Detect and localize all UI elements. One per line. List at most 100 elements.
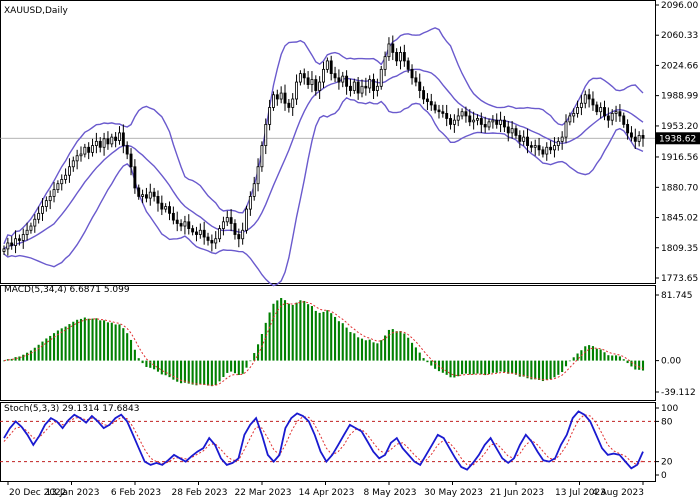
- macd-bar: [76, 319, 79, 361]
- candle-bull: [264, 124, 268, 146]
- candle-bull: [79, 153, 83, 157]
- macd-bar: [199, 360, 202, 385]
- candle-bull: [318, 81, 322, 91]
- candle-bear: [144, 194, 148, 199]
- candle-bull: [487, 121, 491, 128]
- candle-bull: [67, 166, 71, 176]
- stoch-main-line: [3, 410, 644, 471]
- candle-bear: [437, 109, 441, 113]
- candle-bull: [614, 111, 618, 114]
- candle-bear: [529, 145, 533, 148]
- candle-bull: [564, 121, 568, 138]
- candle-bull: [2, 248, 6, 252]
- candle-bear: [468, 115, 472, 123]
- trading-chart[interactable]: 2096.00 2060.33 2024.66 1988.99 1953.20 1916.…: [0, 0, 700, 500]
- macd-bar: [187, 360, 190, 384]
- candle-bear: [541, 149, 545, 155]
- macd-bar: [203, 360, 206, 385]
- candle-bear: [156, 196, 160, 204]
- macd-bar: [622, 359, 625, 361]
- macd-bar: [453, 360, 456, 378]
- candle-bear: [275, 94, 279, 100]
- macd-bar: [299, 300, 302, 361]
- macd-bar: [318, 312, 321, 361]
- macd-tick-label: -39.112: [661, 388, 696, 398]
- candle-bear: [114, 136, 118, 141]
- candle-bull: [576, 107, 580, 114]
- price-tick-label: 1916.56: [661, 153, 698, 163]
- candle-bull: [252, 183, 256, 197]
- candle-bear: [191, 228, 195, 233]
- candle-bear: [187, 221, 191, 229]
- stoch-tick-label: 0: [661, 471, 667, 481]
- candle-bull: [29, 225, 33, 231]
- candle-bear: [622, 115, 626, 125]
- macd-bar: [403, 333, 406, 361]
- candle-bear: [129, 153, 133, 168]
- macd-bar: [114, 324, 117, 361]
- macd-title: MACD(5,34,4) 6.6871 5.099: [4, 285, 130, 295]
- macd-bar: [103, 320, 106, 361]
- macd-bar: [522, 360, 525, 377]
- stochastic-oscillator: [0, 410, 655, 471]
- price-tick-label: 1953.20: [661, 122, 698, 132]
- candle-bull: [472, 119, 476, 123]
- price-tick-label: 1773.65: [661, 274, 698, 284]
- candle-bull: [579, 102, 583, 108]
- candle-bull: [225, 217, 229, 223]
- candle-bull: [56, 183, 60, 191]
- candle-bull: [279, 92, 283, 100]
- macd-bar: [434, 360, 437, 369]
- candle-bull: [325, 60, 329, 70]
- candle-bear: [395, 52, 399, 62]
- candle-bear: [410, 68, 414, 79]
- macd-bar: [99, 320, 102, 361]
- macd-bar: [349, 332, 352, 361]
- macd-bar: [41, 341, 44, 361]
- candle-bull: [522, 136, 526, 142]
- macd-bar: [357, 337, 360, 361]
- macd-bar: [122, 328, 125, 361]
- candle-bear: [414, 77, 418, 83]
- candle-bear: [449, 118, 452, 125]
- candle-bear: [345, 75, 349, 87]
- macd-bar: [241, 360, 244, 374]
- macd-bar: [641, 360, 645, 371]
- candle-bull: [533, 145, 537, 148]
- macd-bar: [160, 360, 163, 375]
- candle-bull: [245, 208, 248, 231]
- candle-bear: [179, 223, 183, 227]
- candle-bear: [618, 111, 622, 117]
- candle-bull: [94, 140, 98, 146]
- candle-bear: [168, 206, 171, 214]
- candle-bear: [137, 187, 141, 197]
- candle-bear: [364, 85, 368, 89]
- macd-bar: [576, 353, 579, 361]
- candle-bull: [352, 81, 356, 91]
- macd-bar: [638, 360, 641, 370]
- candle-bull: [637, 135, 641, 142]
- main-chart-title: XAUUSD,Daily: [4, 6, 68, 16]
- candle-bull: [375, 85, 379, 91]
- macd-bar: [487, 360, 491, 375]
- macd-bar: [449, 360, 452, 378]
- macd-bar: [499, 360, 502, 372]
- macd-bar: [310, 306, 314, 361]
- macd-bar: [399, 331, 402, 361]
- macd-bar: [584, 346, 587, 361]
- macd-bar: [326, 310, 329, 361]
- macd-bar: [514, 360, 518, 375]
- macd-bar: [95, 318, 98, 361]
- bollinger-lower: [3, 96, 644, 287]
- macd-bar: [253, 353, 256, 361]
- time-tick-label: 28 Feb 2023: [171, 488, 227, 498]
- macd-bar: [26, 352, 29, 361]
- macd-bar: [384, 335, 387, 361]
- candle-bear: [337, 77, 341, 83]
- macd-histogram: [2, 298, 645, 387]
- candle-bear: [633, 136, 637, 142]
- macd-bar: [484, 360, 487, 376]
- candle-bull: [110, 136, 114, 145]
- candle-bear: [391, 43, 395, 53]
- candle-bear: [641, 135, 645, 139]
